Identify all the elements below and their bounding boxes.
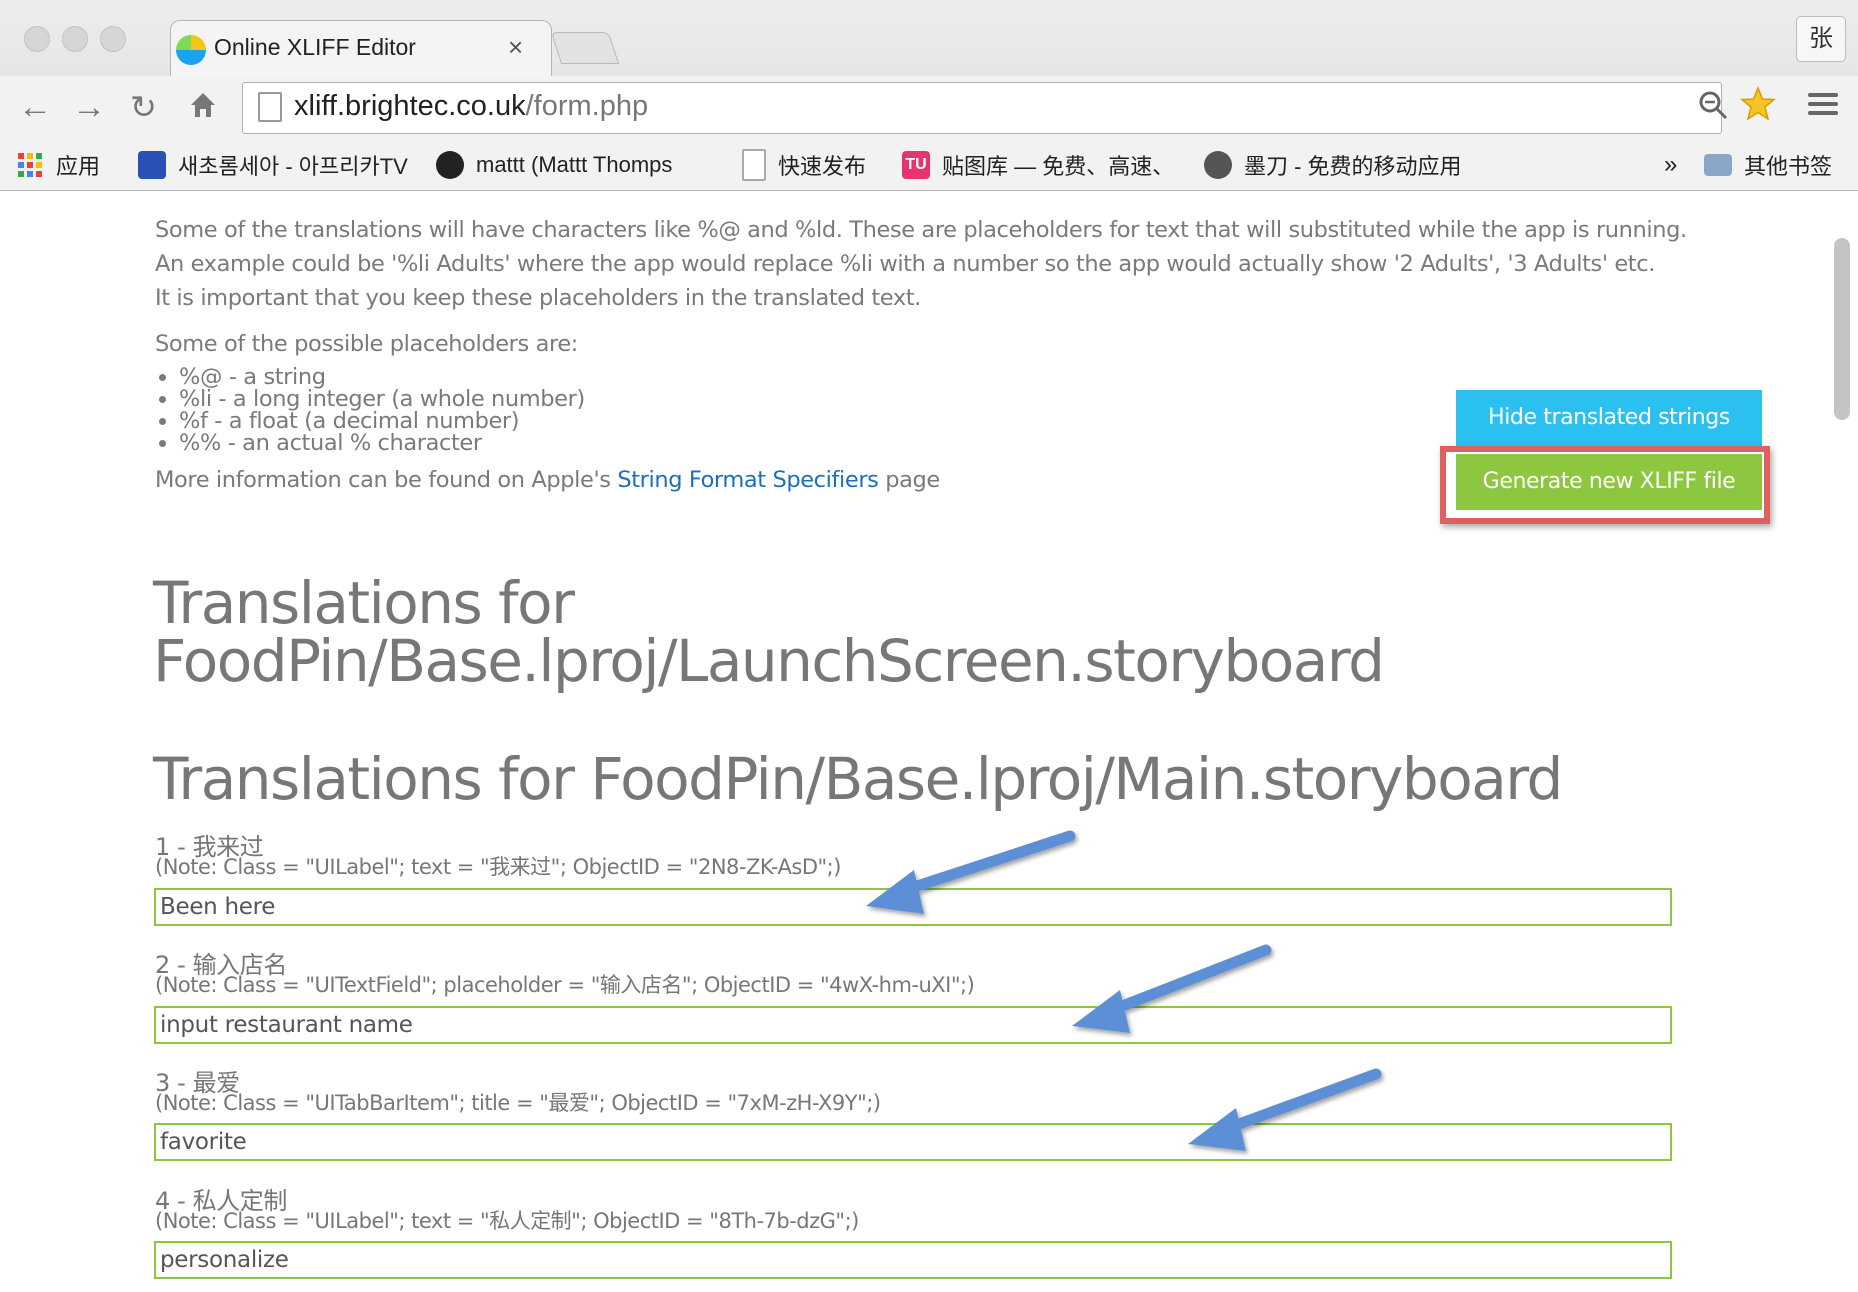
annotation-arrows [866,830,1382,1151]
annotation-arrow [866,830,1076,914]
annotation-arrow [1072,944,1272,1033]
annotation-arrow [1188,1068,1382,1151]
